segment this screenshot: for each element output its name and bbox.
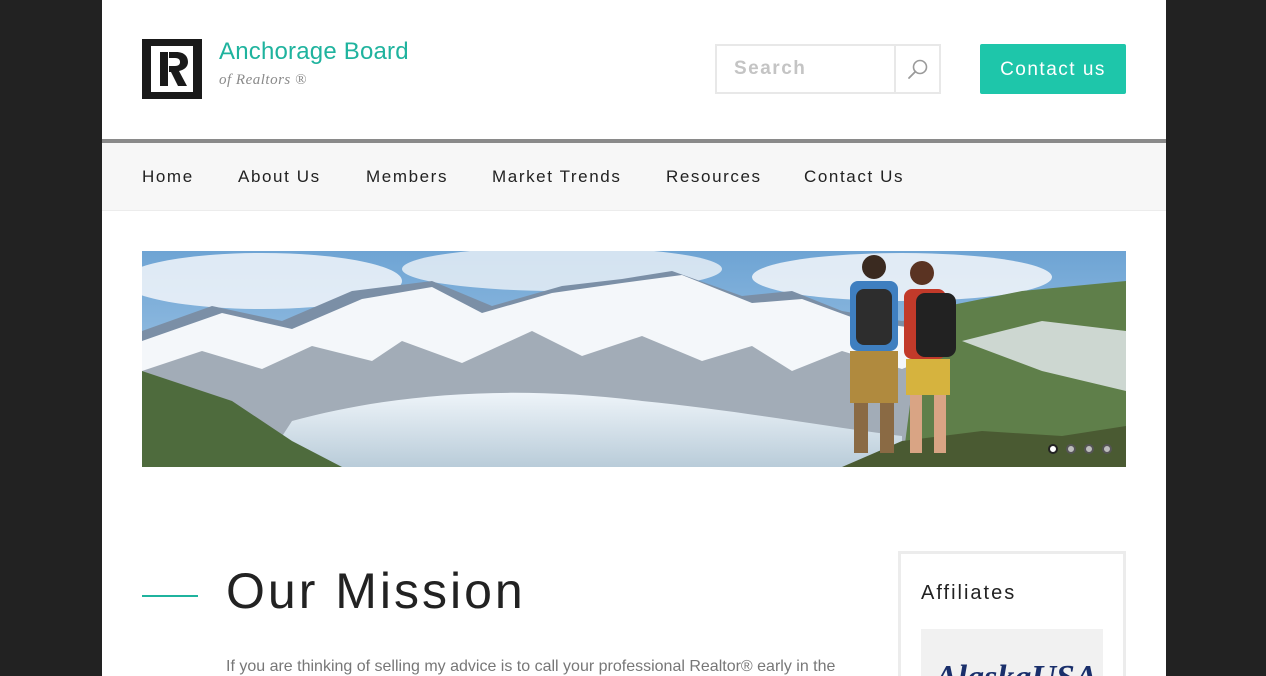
search-box (715, 44, 941, 94)
affiliate-logo-text: AlaskaUSA (935, 659, 1098, 676)
nav-item-about-us[interactable]: About Us (238, 143, 321, 210)
slider-dot-2[interactable] (1066, 444, 1076, 454)
search-icon (908, 59, 928, 79)
contact-us-button[interactable]: Contact us (980, 44, 1126, 94)
nav-item-market-trends[interactable]: Market Trends (492, 143, 621, 210)
main-nav: Home About Us Members Market Trends Reso… (102, 143, 1166, 211)
affiliates-panel: Affiliates AlaskaUSA (898, 551, 1126, 676)
nav-item-resources[interactable]: Resources (666, 143, 762, 210)
slider-dot-1[interactable] (1048, 444, 1058, 454)
brand-title[interactable]: Anchorage Board (219, 38, 409, 66)
search-input[interactable] (717, 46, 893, 92)
mission-text: If you are thinking of selling my advice… (226, 658, 836, 675)
mission-accent-line (142, 595, 198, 597)
affiliate-logo[interactable]: AlaskaUSA (921, 629, 1103, 676)
mission-title: Our Mission (226, 563, 526, 619)
brand-subtitle: of Realtors ® (219, 72, 307, 88)
header: Anchorage Board of Realtors ® Contact us (102, 0, 1166, 139)
nav-item-members[interactable]: Members (366, 143, 448, 210)
realtor-r-icon[interactable] (142, 39, 202, 99)
hero-slider[interactable] (142, 251, 1126, 467)
search-button[interactable] (894, 46, 939, 92)
slider-dot-4[interactable] (1102, 444, 1112, 454)
affiliates-title: Affiliates (921, 582, 1017, 604)
page: Anchorage Board of Realtors ® Contact us… (102, 0, 1166, 676)
nav-item-contact-us[interactable]: Contact Us (804, 143, 904, 210)
hero-image (142, 251, 1126, 467)
nav-item-home[interactable]: Home (142, 143, 194, 210)
slider-dot-3[interactable] (1084, 444, 1094, 454)
